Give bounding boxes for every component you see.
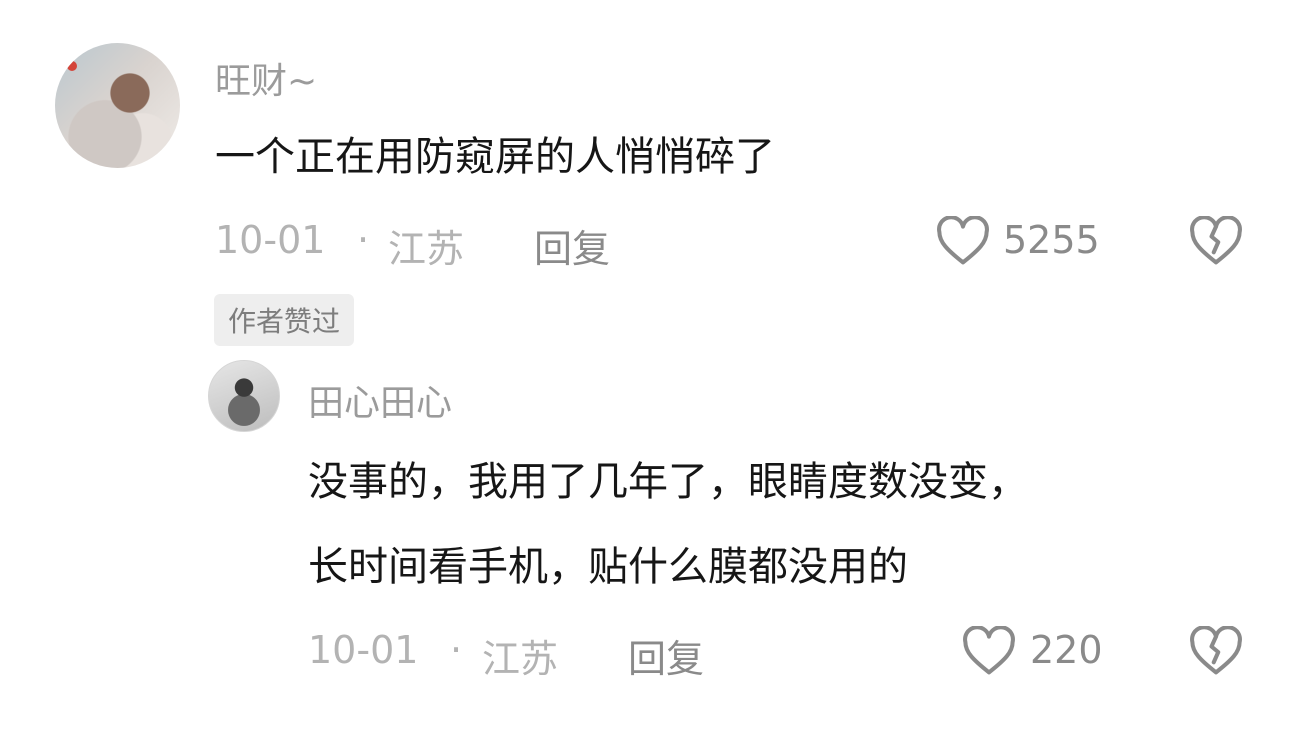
heart-outline-icon[interactable] [936,216,990,266]
comment-location: 江苏 [482,637,559,681]
like-count: 220 [1030,628,1103,672]
user-avatar[interactable] [208,360,280,432]
comment-text-line2: 长时间看手机，贴什么膜都没用的 [308,544,908,590]
user-avatar[interactable] [55,43,180,168]
heart-outline-icon[interactable] [962,626,1016,676]
comment-date: 10-01 [215,218,326,262]
comment-location: 江苏 [388,227,465,271]
like-count: 5255 [1003,218,1100,262]
reply-button[interactable]: 回复 [534,218,610,273]
comment-username[interactable]: 旺财~ [215,52,317,104]
reply-button[interactable]: 回复 [628,628,704,683]
broken-heart-icon[interactable] [1189,216,1243,266]
comment-username[interactable]: 田心田心 [308,374,452,426]
comment-text: 一个正在用防窥屏的人悄悄碎了 [215,134,775,180]
comment-text-line1: 没事的，我用了几年了，眼睛度数没变， [308,459,1028,505]
comment-date: 10-01 [308,628,419,672]
broken-heart-icon[interactable] [1189,626,1243,676]
meta-separator: · [357,218,370,262]
author-liked-badge: 作者赞过 [214,294,355,346]
meta-separator: · [450,628,463,672]
